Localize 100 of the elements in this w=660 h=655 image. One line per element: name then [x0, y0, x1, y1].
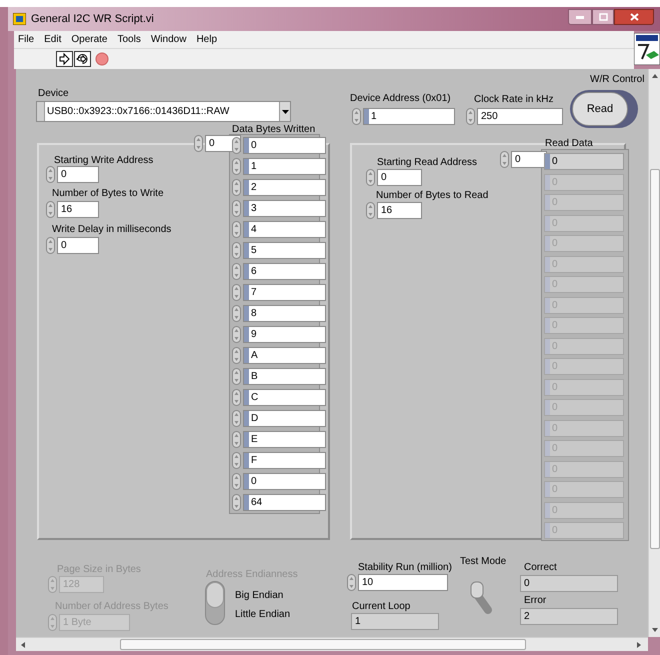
numeric-field[interactable]: 0 [57, 166, 99, 183]
spinner-icon[interactable] [232, 494, 241, 511]
spinner-icon[interactable] [232, 410, 241, 427]
numeric-field[interactable]: F [243, 452, 326, 469]
scrollbar-thumb[interactable] [120, 639, 526, 650]
numeric-field[interactable]: 0 [243, 473, 326, 490]
spinner-icon[interactable] [232, 242, 241, 259]
device-dropdown[interactable]: USB0::0x3923::0x7166::01436D11::RAW [36, 101, 291, 122]
field-label: W/R Control [590, 73, 644, 87]
numeric-field[interactable]: 1 [363, 108, 455, 125]
vi-icon [634, 33, 660, 65]
spinner-icon[interactable] [48, 576, 57, 593]
spinner-icon[interactable] [232, 158, 241, 175]
spinner-icon[interactable] [232, 473, 241, 490]
numeric-field[interactable]: 0 [243, 137, 326, 154]
numeric-field[interactable]: 250 [477, 108, 563, 125]
menu-item[interactable]: Tools [118, 32, 141, 47]
scroll-down-icon[interactable] [651, 627, 659, 633]
spinner-icon[interactable] [46, 166, 55, 183]
spinner-icon[interactable] [232, 263, 241, 280]
field-label: Stability Run (million) [358, 561, 452, 575]
field-label: Device [38, 87, 69, 101]
numeric-field[interactable]: 2 [243, 179, 326, 196]
numeric-field: 1 [351, 613, 439, 630]
spinner-icon[interactable] [232, 326, 241, 343]
numeric-field[interactable]: C [243, 389, 326, 406]
spinner-icon[interactable] [46, 201, 55, 218]
numeric-field[interactable]: 5 [243, 242, 326, 259]
menu-item[interactable]: Edit [44, 32, 62, 47]
field-label: Number of Bytes to Read [376, 189, 488, 203]
spinner-icon[interactable] [232, 347, 241, 364]
numeric-field[interactable]: 7 [243, 284, 326, 301]
spinner-icon[interactable] [232, 431, 241, 448]
field-label: Read Data [545, 137, 593, 151]
close-icon [630, 13, 638, 21]
numeric-field[interactable]: B [243, 368, 326, 385]
field-label: Write Delay in milliseconds [52, 223, 172, 237]
spinner-icon[interactable] [500, 151, 509, 168]
spinner-icon[interactable] [232, 452, 241, 469]
menu-item[interactable]: Help [196, 32, 218, 47]
spinner-icon[interactable] [232, 368, 241, 385]
spinner-icon[interactable] [46, 237, 55, 254]
numeric-field[interactable]: 8 [243, 305, 326, 322]
scrollbar-thumb[interactable] [650, 169, 660, 549]
scroll-right-icon[interactable] [636, 641, 642, 649]
numeric-field[interactable]: 6 [243, 263, 326, 280]
spinner-icon[interactable] [232, 137, 241, 154]
menu-item[interactable]: Window [150, 32, 186, 47]
spinner-icon[interactable] [232, 200, 241, 217]
option-label: Big Endian [235, 589, 284, 603]
scroll-up-icon[interactable] [651, 73, 659, 79]
field-label: Current Loop [352, 600, 410, 614]
numeric-field[interactable]: E [243, 431, 326, 448]
spinner-icon[interactable] [347, 574, 356, 591]
numeric-field[interactable]: 0 [57, 237, 99, 254]
spinner-icon[interactable] [232, 221, 241, 238]
field-label: Starting Write Address [54, 154, 154, 168]
spinner-icon[interactable] [466, 108, 475, 125]
scroll-left-icon[interactable] [20, 641, 26, 649]
numeric-field: 2 [520, 608, 618, 625]
numeric-field[interactable]: 10 [358, 574, 448, 591]
menu-item[interactable]: Operate [71, 32, 108, 47]
numeric-field[interactable]: 0 [511, 151, 547, 168]
numeric-field[interactable]: 64 [243, 494, 326, 511]
numeric-field[interactable]: 0 [377, 169, 422, 186]
spinner-icon[interactable] [194, 135, 203, 152]
spinner-icon[interactable] [366, 202, 375, 219]
spinner-icon[interactable] [48, 614, 57, 631]
minimize-button[interactable] [568, 9, 592, 25]
stop-icon[interactable] [95, 52, 109, 66]
option-label: Little Endian [235, 608, 290, 622]
spinner-icon[interactable] [232, 284, 241, 301]
spinner-icon[interactable] [366, 169, 375, 186]
spinner-icon[interactable] [232, 179, 241, 196]
field-label: Number of Bytes to Write [52, 187, 164, 201]
close-button[interactable] [614, 9, 654, 25]
numeric-field[interactable]: 1 [243, 158, 326, 175]
spinner-icon[interactable] [352, 108, 361, 125]
numeric-field[interactable]: 16 [377, 202, 422, 219]
field-label: Clock Rate in kHz [474, 93, 554, 107]
numeric-field: 0 [544, 153, 624, 170]
numeric-field[interactable]: A [243, 347, 326, 364]
numeric-field[interactable]: 9 [243, 326, 326, 343]
numeric-field[interactable]: 3 [243, 200, 326, 217]
dropdown-arrow-icon [282, 110, 288, 114]
menu-item[interactable]: File [18, 32, 34, 47]
spinner-icon[interactable] [232, 305, 241, 322]
spinner-icon[interactable] [232, 389, 241, 406]
window-title: General I2C WR Script.vi [31, 12, 154, 27]
field-label: Test Mode [460, 555, 506, 569]
maximize-button[interactable] [592, 9, 614, 25]
numeric-field: 0 [520, 575, 618, 592]
run-continuously-icon[interactable] [74, 51, 91, 67]
numeric-field[interactable]: 16 [57, 201, 99, 218]
numeric-field[interactable]: 4 [243, 221, 326, 238]
numeric-field[interactable]: D [243, 410, 326, 427]
read-button[interactable]: Read [572, 92, 628, 126]
field-label: Starting Read Address [377, 156, 478, 170]
dropdown-value: USB0::0x3923::0x7166::01436D11::RAW [47, 105, 230, 119]
field-label: Device Address (0x01) [350, 92, 451, 106]
